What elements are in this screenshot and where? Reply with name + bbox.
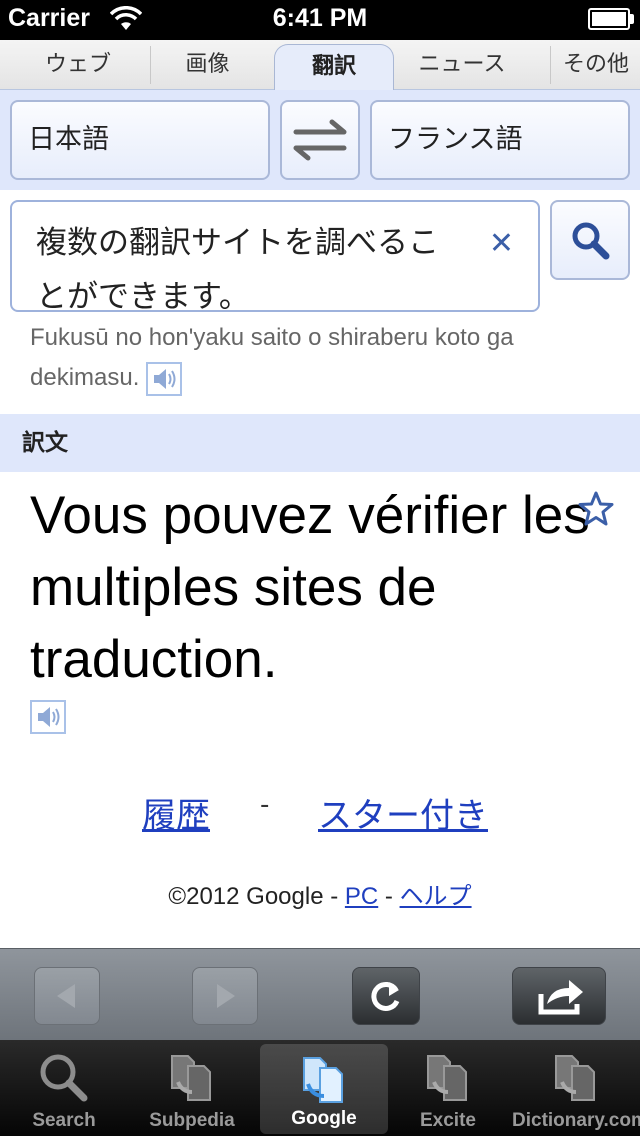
tabbar-label: Subpedia bbox=[149, 1110, 235, 1131]
tab-more[interactable]: その他 bbox=[552, 40, 640, 90]
source-text[interactable]: 複数の翻訳サイトを調べることができます。 bbox=[36, 216, 466, 310]
forward-button[interactable] bbox=[192, 967, 258, 1025]
battery-icon bbox=[588, 8, 630, 30]
documents-icon bbox=[171, 1055, 211, 1101]
romanization-text: Fukusū no hon'yaku saito o shiraberu kot… bbox=[30, 324, 514, 391]
tab-divider bbox=[550, 46, 551, 84]
status-bar: Carrier 6:41 PM bbox=[0, 0, 640, 40]
section-header: 訳文 bbox=[0, 414, 640, 472]
speaker-icon[interactable] bbox=[30, 700, 66, 734]
tab-translate[interactable]: 翻訳 bbox=[274, 44, 394, 91]
tabbar-item-google[interactable]: Google bbox=[260, 1044, 388, 1134]
tabbar-label: Dictionary.com bbox=[512, 1110, 640, 1131]
documents-icon bbox=[427, 1055, 467, 1101]
swap-languages-button[interactable] bbox=[280, 100, 360, 180]
pc-link[interactable]: PC bbox=[345, 883, 378, 910]
footer: ©2012 Google - PC - ヘルプ bbox=[0, 876, 640, 911]
tabbar-item-dictionary[interactable]: Dictionary.com bbox=[512, 1040, 640, 1136]
history-links: 履歴 - スター付き bbox=[0, 788, 640, 838]
reload-icon bbox=[371, 982, 400, 1011]
browser-toolbar bbox=[0, 948, 640, 1040]
source-text-input[interactable]: 複数の翻訳サイトを調べることができます。 ✕ bbox=[10, 200, 540, 312]
starred-link[interactable]: スター付き bbox=[318, 788, 488, 837]
documents-icon bbox=[555, 1055, 595, 1101]
romanization: Fukusū no hon'yaku saito o shiraberu kot… bbox=[30, 318, 620, 398]
tabbar-label: Excite bbox=[420, 1110, 476, 1131]
tabbar-label: Google bbox=[291, 1108, 357, 1129]
source-language-button[interactable]: 日本語 bbox=[10, 100, 270, 180]
service-tabs: ウェブ 画像 翻訳 ニュース その他 bbox=[0, 40, 640, 91]
battery-tip bbox=[630, 14, 634, 24]
tabbar-item-subpedia[interactable]: Subpedia bbox=[128, 1040, 256, 1136]
app-tab-bar: Search Subpedia Google Excite Dictionary… bbox=[0, 1040, 640, 1136]
swap-arrows-icon bbox=[293, 119, 347, 161]
history-link[interactable]: 履歴 bbox=[142, 788, 210, 837]
footer-separator: - bbox=[378, 883, 400, 910]
forward-arrow-icon bbox=[217, 984, 235, 1008]
tabbar-item-excite[interactable]: Excite bbox=[384, 1040, 512, 1136]
share-icon bbox=[538, 980, 583, 1015]
speaker-icon[interactable] bbox=[146, 361, 183, 396]
tab-images[interactable]: 画像 bbox=[150, 40, 265, 90]
search-icon bbox=[572, 222, 610, 260]
tab-web[interactable]: ウェブ bbox=[18, 40, 138, 90]
magnifier-icon bbox=[40, 1054, 88, 1102]
language-bar: 日本語 フランス語 bbox=[0, 90, 640, 190]
help-link[interactable]: ヘルプ bbox=[400, 883, 472, 910]
back-button[interactable] bbox=[34, 967, 100, 1025]
clear-icon[interactable]: ✕ bbox=[489, 226, 514, 261]
share-button[interactable] bbox=[512, 967, 606, 1025]
back-arrow-icon bbox=[57, 984, 75, 1008]
star-icon[interactable] bbox=[577, 490, 615, 528]
documents-icon bbox=[303, 1057, 343, 1103]
translation-result: Vous pouvez vérifier les multiples sites… bbox=[30, 486, 590, 689]
link-separator: - bbox=[260, 790, 270, 820]
translate-search-button[interactable] bbox=[550, 200, 630, 280]
reload-button[interactable] bbox=[352, 967, 420, 1025]
tab-news[interactable]: ニュース bbox=[402, 40, 522, 90]
tabbar-item-search[interactable]: Search bbox=[0, 1040, 128, 1136]
clock: 6:41 PM bbox=[272, 4, 368, 32]
target-language-button[interactable]: フランス語 bbox=[370, 100, 630, 180]
copyright: ©2012 Google - bbox=[168, 883, 345, 910]
tabbar-label: Search bbox=[32, 1110, 96, 1131]
